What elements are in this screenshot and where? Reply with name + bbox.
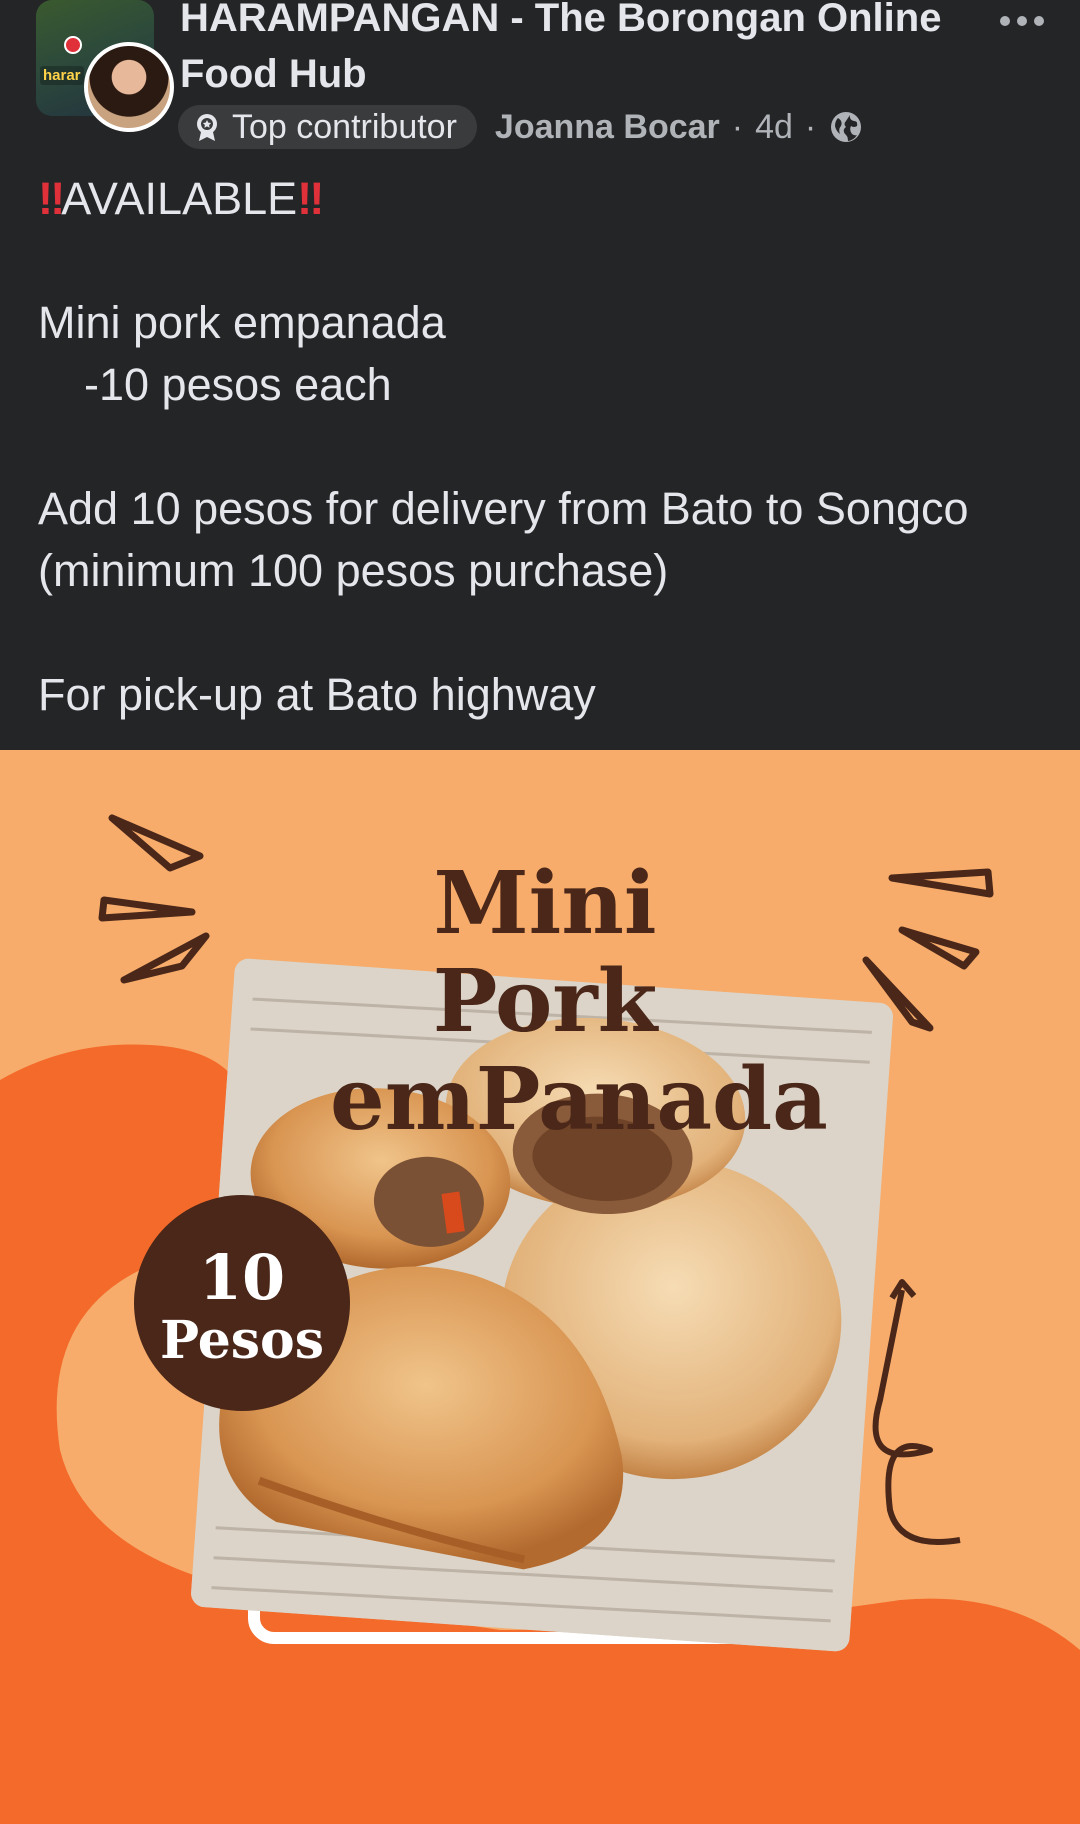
globe-icon[interactable] bbox=[828, 109, 864, 145]
more-options-dot bbox=[1017, 16, 1027, 26]
item-name-line: Mini pork empanada bbox=[38, 297, 446, 348]
promo-title: Mini Pork emPanada bbox=[330, 853, 828, 1150]
meta-separator: · bbox=[804, 107, 817, 146]
more-options-icon bbox=[1000, 16, 1010, 26]
minimum-line: (minimum 100 pesos purchase) bbox=[38, 545, 669, 596]
map-pin-icon bbox=[64, 36, 82, 54]
top-contributor-badge[interactable]: Top contributor bbox=[178, 105, 477, 149]
alarm-icon: ‼ bbox=[297, 173, 324, 224]
more-options-dot bbox=[1034, 16, 1044, 26]
user-avatar[interactable] bbox=[84, 42, 174, 132]
group-avatar-label: harar bbox=[40, 66, 84, 85]
badge-label: Top contributor bbox=[232, 107, 457, 146]
group-name[interactable]: HARAMPANGAN - The Borongan Online Food H… bbox=[180, 0, 950, 102]
promo-title-line2: emPanada bbox=[330, 1049, 828, 1150]
post-header: harar HARAMPANGAN - The Borongan Online … bbox=[0, 0, 1080, 160]
delivery-line: Add 10 pesos for delivery from Bato to S… bbox=[38, 483, 969, 534]
price-unit: Pesos bbox=[159, 1310, 325, 1371]
alarm-icon: ‼ bbox=[38, 173, 65, 224]
promo-title-line1: Mini Pork bbox=[432, 853, 658, 1052]
availability-line: ‼AVAILABLE‼ bbox=[38, 168, 1048, 230]
meta-separator: · bbox=[731, 107, 744, 146]
post-time[interactable]: 4d bbox=[755, 108, 793, 147]
post-meta: Top contributor Joanna Bocar · 4d · bbox=[178, 104, 864, 150]
author-name[interactable]: Joanna Bocar bbox=[495, 108, 720, 147]
top-contributor-badge-icon bbox=[197, 114, 217, 141]
post-body: ‼AVAILABLE‼ Mini pork empanada -10 pesos… bbox=[38, 168, 1048, 726]
price-badge: 10 Pesos bbox=[134, 1195, 350, 1411]
post-image[interactable]: Mini Pork emPanada 10 Pesos bbox=[0, 750, 1080, 1824]
available-label: AVAILABLE bbox=[61, 173, 298, 224]
item-price-line: -10 pesos each bbox=[84, 359, 392, 410]
more-options-button[interactable] bbox=[990, 4, 1054, 38]
pickup-line: For pick-up at Bato highway bbox=[38, 669, 596, 720]
price-number: 10 bbox=[198, 1241, 286, 1314]
